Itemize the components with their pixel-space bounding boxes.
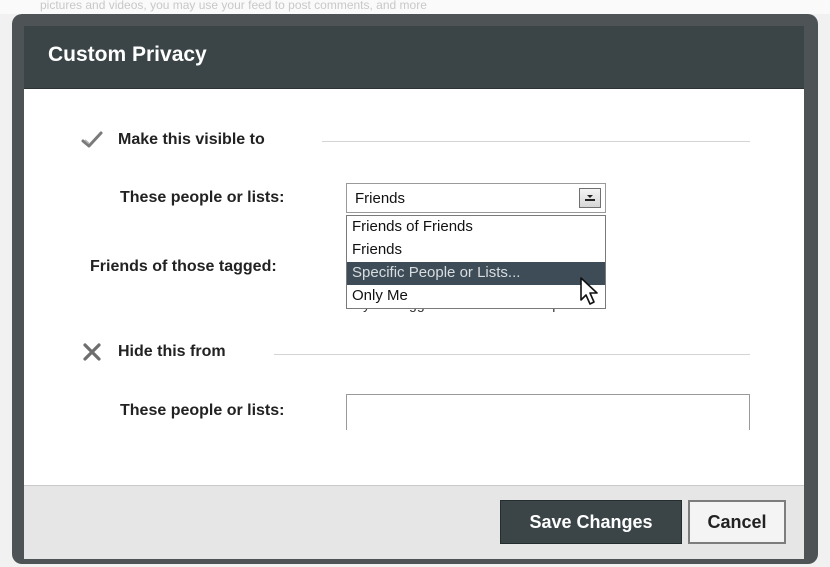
hide-people-input[interactable] xyxy=(346,394,750,430)
dialog-titlebar: Custom Privacy xyxy=(24,26,804,89)
hide-people-label: These people or lists: xyxy=(120,402,285,419)
visible-section-heading: Make this visible to xyxy=(80,128,265,152)
visibility-select[interactable]: Friends xyxy=(346,183,606,213)
visible-people-label: These people or lists: xyxy=(120,189,285,206)
mouse-pointer-icon xyxy=(579,276,601,311)
option-specific-people-or-lists[interactable]: Specific People or Lists... xyxy=(347,262,605,285)
option-friends[interactable]: Friends xyxy=(347,239,605,262)
chevron-down-icon[interactable] xyxy=(579,188,601,208)
custom-privacy-dialog: Custom Privacy Make this visible to Thes… xyxy=(24,26,804,559)
tagged-friends-label: Friends of those tagged: xyxy=(90,258,277,275)
cancel-button[interactable]: Cancel xyxy=(688,500,786,544)
hide-section-label: Hide this from xyxy=(118,343,226,360)
background-page-text-strip: pictures and videos, you may use your fe… xyxy=(0,0,830,14)
x-icon xyxy=(80,340,104,364)
background-page-text: pictures and videos, you may use your fe… xyxy=(40,0,427,12)
visibility-select-value: Friends xyxy=(355,190,406,207)
visibility-dropdown-list: Friends of Friends Friends Specific Peop… xyxy=(346,215,606,309)
option-friends-of-friends[interactable]: Friends of Friends xyxy=(347,216,605,239)
hide-section-heading: Hide this from xyxy=(80,340,226,364)
hide-section-rule xyxy=(274,354,750,355)
visible-section-rule xyxy=(322,141,750,142)
dialog-title: Custom Privacy xyxy=(48,43,207,66)
dialog-footer: Save Changes Cancel xyxy=(24,485,804,559)
visible-section-label: Make this visible to xyxy=(118,131,265,148)
checkmark-icon xyxy=(80,128,104,152)
option-only-me[interactable]: Only Me xyxy=(347,285,605,308)
save-changes-button[interactable]: Save Changes xyxy=(500,500,682,544)
